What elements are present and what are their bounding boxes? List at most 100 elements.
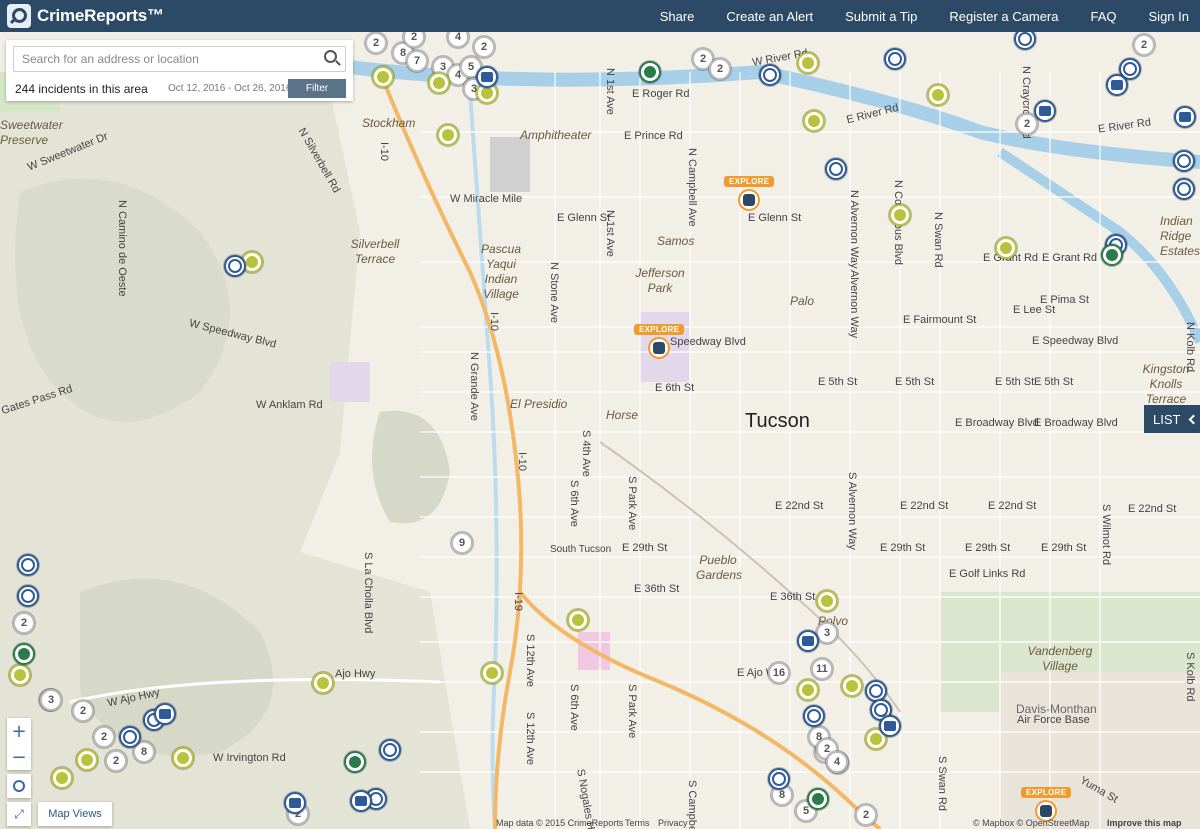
assault-marker-icon[interactable] xyxy=(17,554,39,576)
nav-share[interactable]: Share xyxy=(660,9,695,24)
hood-label: Palo xyxy=(790,294,815,308)
burglary-marker-icon[interactable] xyxy=(350,790,372,812)
cluster-marker[interactable]: 2 xyxy=(13,612,35,634)
cluster-marker[interactable]: 2 xyxy=(855,804,877,826)
street-label: S 12th Ave xyxy=(524,634,536,688)
assault-marker-icon[interactable] xyxy=(1173,150,1195,172)
vandalism-marker-icon[interactable] xyxy=(807,788,829,810)
street-label: S 12th Ave xyxy=(524,712,536,766)
street-label: E 29th St xyxy=(622,542,668,554)
fullscreen-button[interactable]: ⤢ xyxy=(7,802,31,826)
assault-marker-icon[interactable] xyxy=(224,255,246,277)
improve-map-link[interactable]: Improve this map xyxy=(1107,818,1182,828)
explore-pin[interactable]: EXPLORE xyxy=(1021,787,1072,822)
assault-marker-icon[interactable] xyxy=(825,158,847,180)
theft-marker-icon[interactable] xyxy=(567,609,589,631)
theft-marker-icon[interactable] xyxy=(372,66,394,88)
vandalism-marker-icon[interactable] xyxy=(639,61,661,83)
vandalism-marker-icon[interactable] xyxy=(344,751,366,773)
street-label: I-10 xyxy=(378,142,390,161)
theft-marker-icon[interactable] xyxy=(172,747,194,769)
theft-marker-icon[interactable] xyxy=(816,590,838,612)
street-label: I-10 xyxy=(516,452,528,471)
cluster-marker[interactable]: 16 xyxy=(768,662,790,684)
cluster-marker[interactable]: 2 xyxy=(93,726,115,748)
zoom-out-button[interactable]: − xyxy=(7,744,31,770)
street-label: E Broadway Blvd xyxy=(955,417,1039,429)
locate-button[interactable] xyxy=(7,774,31,798)
street-label: N Alvernon Way xyxy=(848,190,860,269)
cluster-marker[interactable]: 11 xyxy=(811,658,833,680)
terms-link[interactable]: Terms xyxy=(625,818,650,828)
vehicle-theft-marker-icon[interactable] xyxy=(797,630,819,652)
street-label: E Fairmount St xyxy=(903,314,977,326)
vandalism-marker-icon[interactable] xyxy=(1101,244,1123,266)
theft-marker-icon[interactable] xyxy=(797,679,819,701)
assault-marker-icon[interactable] xyxy=(803,705,825,727)
street-label: E 36th St xyxy=(770,591,816,603)
nav-register-camera[interactable]: Register a Camera xyxy=(949,9,1058,24)
theft-marker-icon[interactable] xyxy=(312,672,334,694)
cluster-marker[interactable]: 3 xyxy=(816,622,838,644)
burglary-marker-icon[interactable] xyxy=(1106,74,1128,96)
theft-marker-icon[interactable] xyxy=(428,72,450,94)
nav-create-alert[interactable]: Create an Alert xyxy=(726,9,813,24)
street-label: South Tucson xyxy=(550,544,612,555)
vandalism-marker-icon[interactable] xyxy=(13,643,35,665)
list-toggle-button[interactable]: LIST xyxy=(1144,405,1200,433)
assault-marker-icon[interactable] xyxy=(759,64,781,86)
zoom-in-button[interactable]: + xyxy=(7,718,31,744)
assault-marker-icon[interactable] xyxy=(768,768,790,790)
logo[interactable]: CrimeReports™ xyxy=(7,4,164,28)
theft-marker-icon[interactable] xyxy=(76,749,98,771)
date-range[interactable]: Oct 12, 2016 - Oct 26, 2016 xyxy=(168,83,291,94)
list-label: LIST xyxy=(1153,411,1181,427)
vehicle-theft-marker-icon[interactable] xyxy=(879,715,901,737)
burglary-marker-icon[interactable] xyxy=(476,66,498,88)
theft-marker-icon[interactable] xyxy=(889,204,911,226)
nav-submit-tip[interactable]: Submit a Tip xyxy=(845,9,917,24)
nav-faq[interactable]: FAQ xyxy=(1091,9,1117,24)
assault-marker-icon[interactable] xyxy=(1173,178,1195,200)
attribution-left: Map data © 2015 CrimeReports xyxy=(496,818,624,828)
theft-marker-icon[interactable] xyxy=(927,84,949,106)
filter-button[interactable]: Filter xyxy=(288,79,346,98)
assault-marker-icon[interactable] xyxy=(379,739,401,761)
theft-marker-icon[interactable] xyxy=(437,124,459,146)
explore-pin[interactable]: EXPLORE xyxy=(724,176,775,211)
assault-marker-icon[interactable] xyxy=(119,726,141,748)
explore-tag: EXPLORE xyxy=(634,324,685,335)
cluster-marker[interactable]: 2 xyxy=(473,36,495,58)
cluster-marker[interactable]: 3 xyxy=(40,689,62,711)
cluster-marker[interactable]: 2 xyxy=(365,32,387,54)
theft-marker-icon[interactable] xyxy=(841,675,863,697)
vehicle-theft-marker-icon[interactable] xyxy=(1034,100,1056,122)
cluster-marker[interactable]: 2 xyxy=(72,700,94,722)
nav-sign-in[interactable]: Sign In xyxy=(1149,9,1189,24)
cluster-marker[interactable]: 2 xyxy=(105,750,127,772)
cluster-marker[interactable]: 9 xyxy=(451,532,473,554)
privacy-link[interactable]: Privacy xyxy=(658,818,688,828)
cluster-marker[interactable]: 2 xyxy=(1133,34,1155,56)
cluster-marker[interactable]: 7 xyxy=(406,50,428,72)
search-input[interactable] xyxy=(13,46,346,72)
theft-marker-icon[interactable] xyxy=(481,662,503,684)
theft-marker-icon[interactable] xyxy=(803,110,825,132)
theft-marker-icon[interactable] xyxy=(9,664,31,686)
street-label: E 36th St xyxy=(634,583,680,595)
crime-map[interactable]: Stockham Amphitheater Samos Silverbell T… xyxy=(0,32,1200,829)
search-icon[interactable] xyxy=(324,50,337,63)
explore-pin[interactable]: EXPLORE xyxy=(634,324,685,359)
cluster-marker[interactable]: 2 xyxy=(709,58,731,80)
burglary-marker-icon[interactable] xyxy=(1174,106,1196,128)
assault-marker-icon[interactable] xyxy=(17,585,39,607)
street-label: W Irvington Rd xyxy=(213,752,286,764)
burglary-marker-icon[interactable] xyxy=(154,703,176,725)
burglary-marker-icon[interactable] xyxy=(284,792,306,814)
theft-marker-icon[interactable] xyxy=(995,237,1017,259)
theft-marker-icon[interactable] xyxy=(797,52,819,74)
cluster-marker[interactable]: 4 xyxy=(826,751,848,773)
map-views-button[interactable]: Map Views xyxy=(38,802,112,826)
assault-marker-icon[interactable] xyxy=(884,48,906,70)
theft-marker-icon[interactable] xyxy=(51,767,73,789)
